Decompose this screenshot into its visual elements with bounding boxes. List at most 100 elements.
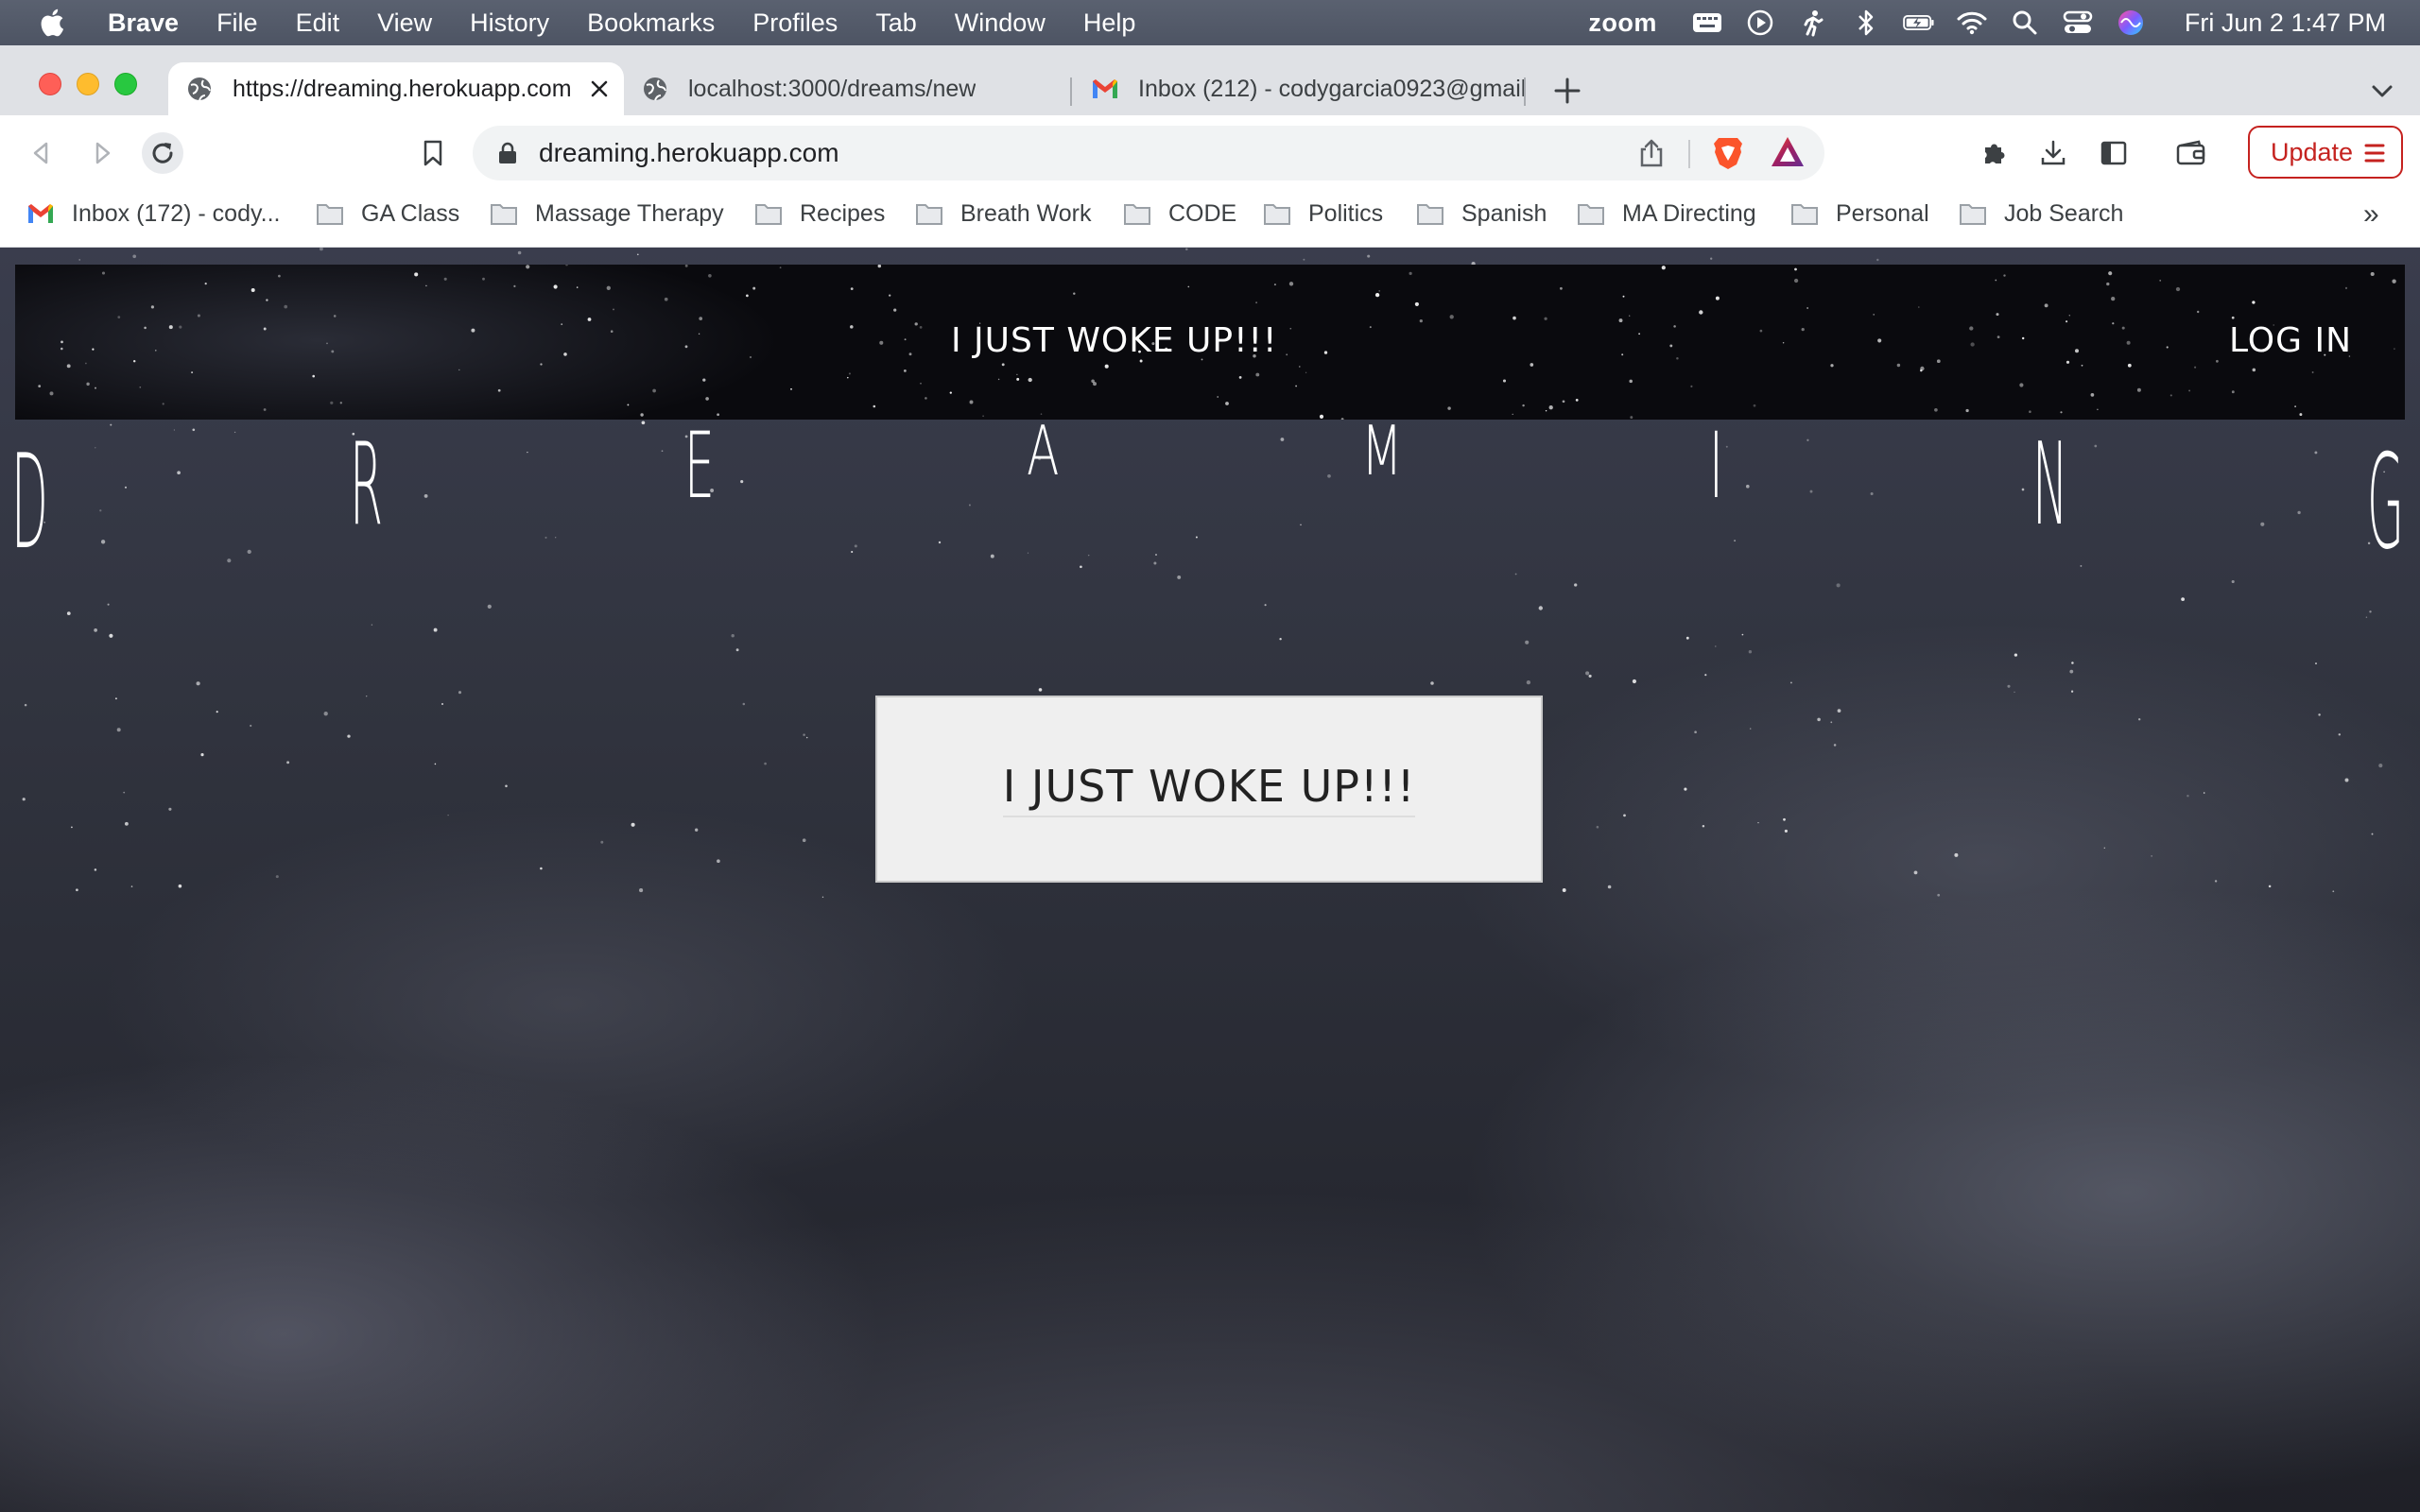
- star: [805, 736, 808, 739]
- star: [1623, 814, 1626, 817]
- close-window-button[interactable]: [39, 73, 61, 95]
- wifi-icon[interactable]: [1956, 7, 1988, 39]
- star: [1038, 688, 1043, 692]
- extensions-button[interactable]: [1974, 132, 2015, 174]
- star: [2365, 616, 2368, 619]
- star: [639, 888, 644, 893]
- star: [107, 603, 110, 606]
- sidebar-toggle-button[interactable]: [2093, 132, 2135, 174]
- bookmark-folder-breath-work[interactable]: Breath Work: [915, 191, 1091, 236]
- title-letter: A: [1027, 412, 1060, 491]
- tab-gmail-inbox[interactable]: Inbox (212) - codygarcia0923@gmail.com: [1074, 62, 1526, 115]
- apple-logo-icon[interactable]: [38, 7, 70, 39]
- star: [627, 404, 630, 406]
- downloads-button[interactable]: [2032, 132, 2074, 174]
- bookmarks-overflow-chevron-icon[interactable]: »: [2363, 198, 2379, 231]
- menu-view[interactable]: View: [377, 9, 432, 38]
- nav-woke-up-link[interactable]: I JUST WOKE UP!!!: [951, 321, 1277, 360]
- star: [263, 408, 267, 411]
- keyboard-icon[interactable]: [1691, 7, 1723, 39]
- menu-help[interactable]: Help: [1083, 9, 1136, 38]
- star: [1016, 377, 1020, 381]
- wallet-button[interactable]: [2170, 132, 2212, 174]
- star: [731, 633, 735, 638]
- zoom-menu-extra[interactable]: zoom: [1588, 9, 1657, 38]
- star: [903, 369, 907, 372]
- bookmark-folder-ga-class[interactable]: GA Class: [316, 191, 459, 236]
- i-just-woke-up-button[interactable]: I JUST WOKE UP!!!: [875, 696, 1543, 883]
- star: [2371, 833, 2374, 835]
- star: [1238, 376, 1242, 379]
- star: [191, 371, 194, 374]
- star: [1028, 377, 1032, 383]
- star: [116, 728, 121, 732]
- sidebar-icon: [2100, 141, 2127, 165]
- forward-button[interactable]: [81, 132, 123, 174]
- bookmark-label: Personal: [1836, 199, 1929, 227]
- star: [1016, 373, 1018, 376]
- star: [1759, 329, 1763, 333]
- reload-button[interactable]: [142, 132, 183, 174]
- spotlight-search-icon[interactable]: [2009, 7, 2041, 39]
- star: [1289, 327, 1292, 330]
- bookmark-folder-personal[interactable]: Personal: [1790, 191, 1929, 236]
- back-button[interactable]: [21, 132, 62, 174]
- close-tab-icon[interactable]: [586, 76, 613, 102]
- star: [652, 388, 656, 393]
- menu-app-name[interactable]: Brave: [108, 9, 179, 38]
- running-figure-icon[interactable]: [1797, 7, 1829, 39]
- star: [331, 350, 335, 353]
- minimize-window-button[interactable]: [77, 73, 99, 95]
- bookmark-folder-job-search[interactable]: Job Search: [1959, 191, 2123, 236]
- menu-tab[interactable]: Tab: [875, 9, 917, 38]
- lock-icon[interactable]: [497, 142, 518, 164]
- bookmark-label: Inbox (172) - cody...: [72, 199, 281, 227]
- menu-bookmarks[interactable]: Bookmarks: [587, 9, 715, 38]
- bookmark-page-button[interactable]: [412, 132, 454, 174]
- address-bar-url[interactable]: dreaming.herokuapp.com: [539, 138, 839, 168]
- star: [2071, 662, 2074, 664]
- menu-window[interactable]: Window: [955, 9, 1046, 38]
- star: [1920, 366, 1925, 371]
- menu-profiles[interactable]: Profiles: [752, 9, 838, 38]
- bookmark-folder-ma-directing[interactable]: MA Directing: [1577, 191, 1756, 236]
- maximize-window-button[interactable]: [114, 73, 137, 95]
- address-bar[interactable]: dreaming.herokuapp.com: [473, 126, 1824, 180]
- menu-history[interactable]: History: [470, 9, 549, 38]
- star: [497, 388, 501, 392]
- bookmark-folder-spanish[interactable]: Spanish: [1416, 191, 1547, 236]
- bluetooth-icon[interactable]: [1850, 7, 1882, 39]
- brave-rewards-triangle-icon[interactable]: [1770, 135, 1806, 169]
- siri-icon[interactable]: [2115, 7, 2147, 39]
- tab-localhost-dreams-new[interactable]: localhost:3000/dreams/new: [624, 62, 1068, 115]
- star: [330, 401, 334, 404]
- new-tab-plus-icon[interactable]: [1550, 74, 1584, 108]
- update-button[interactable]: Update: [2248, 126, 2403, 179]
- star: [1996, 313, 1999, 317]
- star: [178, 884, 182, 888]
- star: [698, 333, 700, 335]
- bookmark-gmail-inbox[interactable]: Inbox (172) - cody...: [26, 191, 280, 236]
- star: [1629, 379, 1633, 384]
- bookmark-folder-recipes[interactable]: Recipes: [754, 191, 885, 236]
- menu-edit[interactable]: Edit: [296, 9, 340, 38]
- star: [2014, 653, 2018, 657]
- menu-file[interactable]: File: [216, 9, 258, 38]
- bookmark-folder-code[interactable]: CODE: [1123, 191, 1236, 236]
- bookmark-folder-massage-therapy[interactable]: Massage Therapy: [490, 191, 724, 236]
- play-circle-icon[interactable]: [1744, 7, 1776, 39]
- brave-shields-icon[interactable]: [1711, 135, 1745, 171]
- bookmark-folder-politics[interactable]: Politics: [1263, 191, 1383, 236]
- menu-bar-clock[interactable]: Fri Jun 2 1:47 PM: [2185, 9, 2386, 38]
- wallet-icon: [2176, 140, 2205, 165]
- title-letter: M: [1361, 412, 1403, 491]
- folder-icon: [916, 204, 942, 225]
- share-icon[interactable]: [1637, 138, 1666, 168]
- bookmark-label: Politics: [1308, 199, 1384, 227]
- tab-dreaming-heroku[interactable]: https://dreaming.herokuapp.com: [168, 62, 624, 115]
- control-center-icon[interactable]: [2062, 7, 2094, 39]
- star: [326, 342, 328, 345]
- battery-icon[interactable]: [1903, 7, 1935, 39]
- chevron-down-icon[interactable]: [2369, 77, 2395, 104]
- nav-login-link[interactable]: LOG IN: [2229, 321, 2352, 360]
